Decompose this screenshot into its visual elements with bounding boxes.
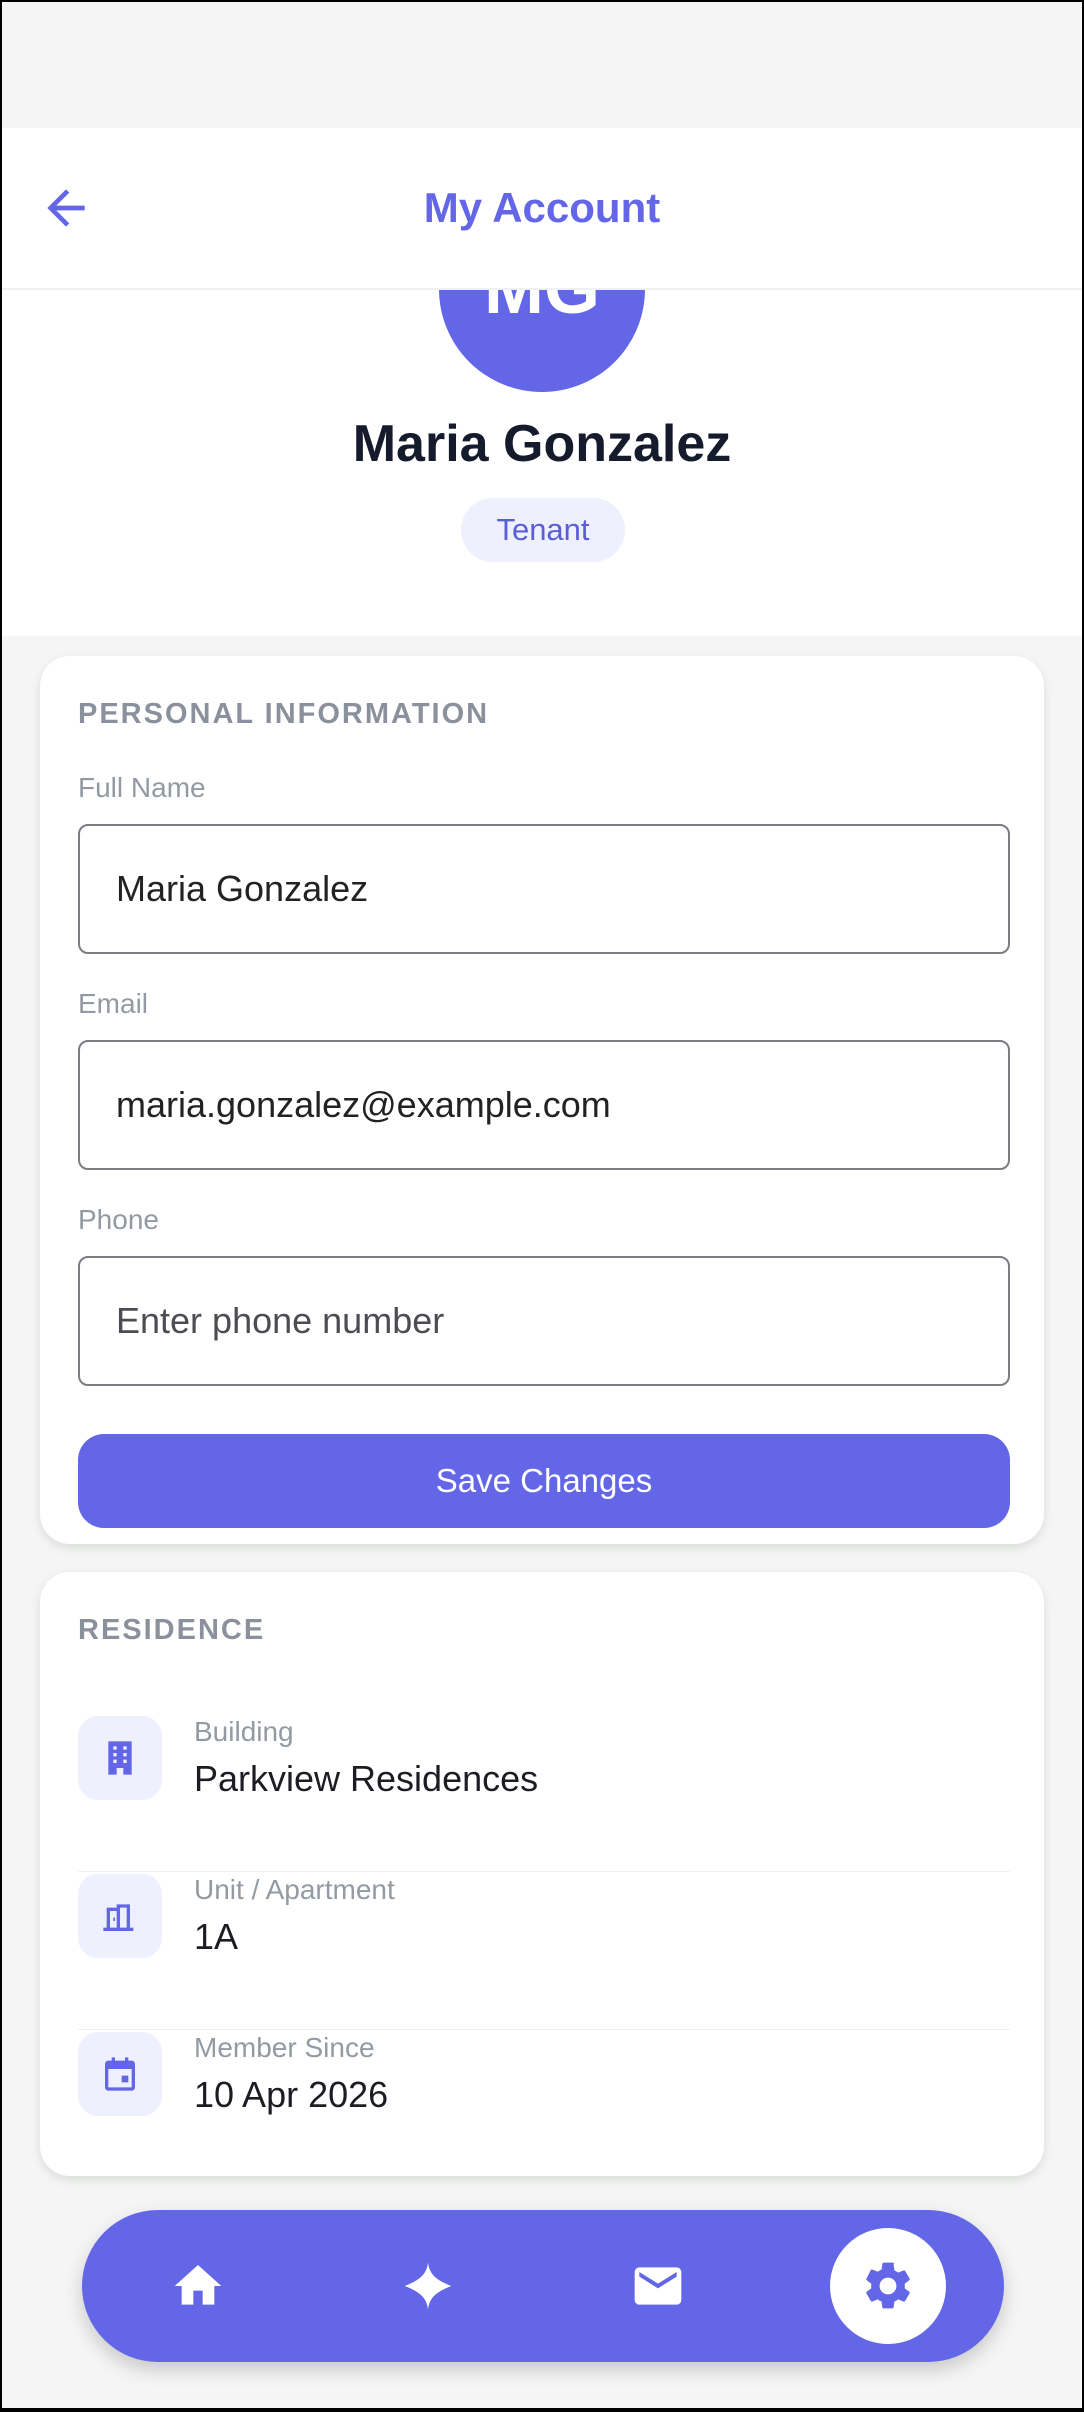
profile-header: MG Maria Gonzalez Tenant bbox=[2, 290, 1082, 636]
email-label: Email bbox=[78, 988, 149, 1019]
role-badge: Tenant bbox=[461, 498, 625, 562]
building-icon bbox=[78, 1716, 162, 1800]
email-field[interactable]: maria.gonzalez@example.com bbox=[78, 1040, 1010, 1170]
nav-sparkle-button[interactable] bbox=[382, 2240, 474, 2332]
screen: MG Maria Gonzalez Tenant My Account PERS… bbox=[2, 2, 1082, 2408]
member-since-value: 10 Apr 2026 bbox=[194, 2074, 389, 2115]
building-value: Parkview Residences bbox=[194, 1758, 539, 1799]
full-name-label: Full Name bbox=[78, 772, 206, 803]
section-title-personal: PERSONAL INFORMATION bbox=[78, 698, 490, 730]
nav-home-button[interactable] bbox=[152, 2240, 244, 2332]
page-title: My Account bbox=[423, 184, 661, 231]
calendar-icon bbox=[78, 2032, 162, 2116]
phone-field[interactable]: Enter phone number bbox=[78, 1256, 1010, 1386]
residence-row-unit: Unit / Apartment 1A bbox=[78, 1874, 1010, 2030]
phone-label: Phone bbox=[78, 1204, 159, 1235]
avatar: MG bbox=[439, 290, 645, 392]
nav-settings-button[interactable] bbox=[830, 2228, 946, 2344]
unit-value: 1A bbox=[194, 1916, 239, 1957]
home-icon bbox=[174, 2265, 222, 2305]
residence-row-building: Building Parkview Residences bbox=[78, 1716, 1010, 1872]
building-label: Building bbox=[194, 1716, 294, 1747]
profile-name: Maria Gonzalez bbox=[352, 415, 732, 473]
status-bar bbox=[2, 2, 1082, 128]
nav-mail-button[interactable] bbox=[612, 2240, 704, 2332]
app-bar: My Account bbox=[2, 128, 1082, 290]
gear-icon bbox=[866, 2262, 910, 2309]
residence-row-member-since: Member Since 10 Apr 2026 bbox=[78, 2032, 1010, 2188]
personal-information-card: PERSONAL INFORMATION Full Name Maria Gon… bbox=[40, 656, 1044, 1544]
member-since-label: Member Since bbox=[194, 2032, 375, 2063]
unit-label: Unit / Apartment bbox=[194, 1874, 395, 1905]
mail-icon bbox=[634, 2267, 682, 2305]
section-title-residence: RESIDENCE bbox=[78, 1614, 266, 1646]
save-changes-button[interactable]: Save Changes bbox=[78, 1434, 1010, 1528]
residence-card: RESIDENCE Building Parkview Residences U… bbox=[40, 1572, 1044, 2176]
bottom-navigation bbox=[82, 2210, 1004, 2362]
door-icon bbox=[78, 1874, 162, 1958]
sparkle-icon bbox=[404, 2262, 452, 2310]
full-name-field[interactable]: Maria Gonzalez bbox=[78, 824, 1010, 954]
